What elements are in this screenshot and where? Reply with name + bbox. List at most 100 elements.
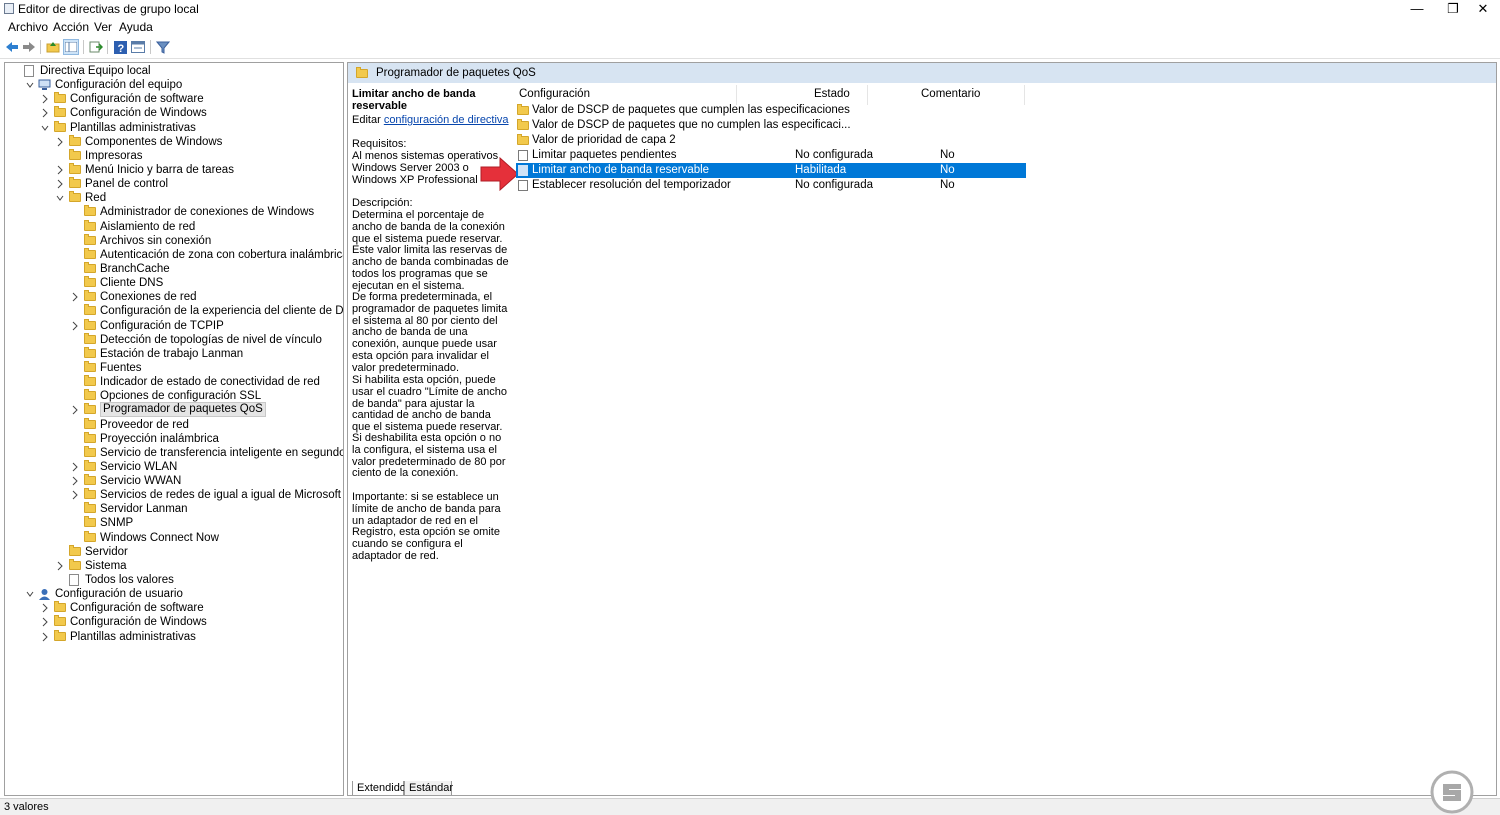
export-list-icon[interactable] xyxy=(88,39,104,55)
collapse-chevron-icon[interactable] xyxy=(71,474,79,488)
tree-item[interactable]: Configuración de software xyxy=(5,601,341,615)
forward-arrow-icon[interactable] xyxy=(21,39,37,55)
properties-icon[interactable] xyxy=(130,39,146,55)
tree-item[interactable]: Configuración de TCPIP xyxy=(5,318,341,333)
tree-item[interactable]: Plantillas administrativas xyxy=(5,629,341,644)
edit-policy-link[interactable]: configuración de directiva xyxy=(384,114,509,126)
collapse-chevron-icon[interactable] xyxy=(71,290,79,304)
collapse-chevron-icon[interactable] xyxy=(41,92,49,106)
menu-ayuda[interactable]: Ayuda xyxy=(119,20,153,34)
tree-item[interactable]: Panel de control xyxy=(5,177,341,191)
collapse-chevron-icon[interactable] xyxy=(71,488,79,502)
tree-item[interactable]: Estación de trabajo Lanman xyxy=(5,346,341,361)
folder-icon xyxy=(84,502,96,514)
tree-item[interactable]: Configuración de software xyxy=(5,92,341,106)
tree-item[interactable]: Configuración de usuario xyxy=(5,587,341,601)
expand-chevron-icon[interactable] xyxy=(56,191,64,205)
list-item[interactable]: Establecer resolución del temporizador No… xyxy=(516,178,1026,193)
status-bar: 3 valores xyxy=(0,798,1500,815)
filter-icon[interactable] xyxy=(155,39,171,55)
tree-item[interactable]: Sistema xyxy=(5,558,341,573)
tree-item[interactable]: Configuración de Windows xyxy=(5,615,341,629)
tree-item[interactable]: Servicio WWAN xyxy=(5,474,341,488)
tree-item-label: Conexiones de red xyxy=(100,291,197,304)
collapse-chevron-icon[interactable] xyxy=(41,601,49,615)
collapse-chevron-icon[interactable] xyxy=(56,135,64,149)
collapse-chevron-icon[interactable] xyxy=(56,163,64,177)
tree-item[interactable]: Detección de topologías de nivel de vínc… xyxy=(5,332,341,347)
app-icon xyxy=(4,3,14,14)
tree-item[interactable]: Todos los valores xyxy=(5,573,341,587)
tree-item[interactable]: Autenticación de zona con cobertura inal… xyxy=(5,247,343,262)
column-divider[interactable] xyxy=(1024,85,1025,105)
tree-item[interactable]: Configuración de la experiencia del clie… xyxy=(5,304,344,318)
up-folder-icon[interactable] xyxy=(45,39,61,55)
tree-item[interactable]: Componentes de Windows xyxy=(5,134,341,149)
tree-item[interactable]: Cliente DNS xyxy=(5,276,341,290)
tree-item[interactable]: Conexiones de red xyxy=(5,290,341,304)
folder-icon xyxy=(69,148,81,160)
tree-item[interactable]: Administrador de conexiones de Windows xyxy=(5,205,341,219)
tree-item[interactable]: Servidor xyxy=(5,544,341,559)
folder-icon xyxy=(84,516,96,528)
column-divider[interactable] xyxy=(736,85,737,105)
collapse-chevron-icon[interactable] xyxy=(41,615,49,629)
tree-item[interactable]: BranchCache xyxy=(5,261,341,276)
tree-item[interactable]: Indicador de estado de conectividad de r… xyxy=(5,375,341,389)
tree-item[interactable]: Configuración del equipo xyxy=(5,78,341,92)
tree-item[interactable]: Plantillas administrativas xyxy=(5,120,341,135)
tree-item[interactable]: Configuración de Windows xyxy=(5,106,341,120)
tree-item[interactable]: Servicio WLAN xyxy=(5,459,341,474)
tree-item[interactable]: Servidor Lanman xyxy=(5,502,341,516)
tree-item[interactable]: Proyección inalámbrica xyxy=(5,431,341,446)
tab-extendido[interactable]: Extendido xyxy=(352,781,406,795)
tree-item[interactable]: Opciones de configuración SSL xyxy=(5,389,341,403)
help-icon[interactable]: ? xyxy=(112,39,128,55)
tree-item[interactable]: Servicio de transferencia inteligente en… xyxy=(5,445,343,460)
back-arrow-icon[interactable] xyxy=(4,39,20,55)
tree-item[interactable]: Impresoras xyxy=(5,148,341,163)
collapse-chevron-icon[interactable] xyxy=(71,460,79,474)
show-hide-tree-icon[interactable] xyxy=(63,39,79,55)
collapse-chevron-icon[interactable] xyxy=(56,177,64,191)
expand-chevron-icon[interactable] xyxy=(26,78,34,92)
list-item[interactable]: Limitar paquetes pendientes No configurad… xyxy=(516,148,1026,163)
tree-item-label: Configuración de la experiencia del clie… xyxy=(100,305,344,318)
policy-setting-icon xyxy=(518,165,528,176)
menu-accion[interactable]: Acción xyxy=(53,20,89,34)
collapse-chevron-icon[interactable] xyxy=(71,403,79,417)
collapse-chevron-icon[interactable] xyxy=(56,559,64,573)
tree-item[interactable]: Servicios de redes de igual a igual de M… xyxy=(5,488,341,502)
folder-icon xyxy=(54,629,66,641)
collapse-chevron-icon[interactable] xyxy=(41,630,49,644)
collapse-chevron-icon[interactable] xyxy=(41,106,49,120)
tree-item-label: Archivos sin conexión xyxy=(100,234,212,247)
collapse-chevron-icon[interactable] xyxy=(71,319,79,333)
menu-archivo[interactable]: Archivo xyxy=(8,20,48,34)
expand-chevron-icon[interactable] xyxy=(41,121,49,135)
tree-item[interactable]: Windows Connect Now xyxy=(5,530,341,545)
list-item[interactable]: Limitar ancho de banda reservable Habilit… xyxy=(516,163,1026,178)
tree-item[interactable]: Menú Inicio y barra de tareas xyxy=(5,162,341,177)
tree-item[interactable]: Red xyxy=(5,191,341,205)
list-item[interactable]: Valor de DSCP de paquetes que cumplen la… xyxy=(516,103,1026,118)
tree-item[interactable]: Aislamiento de red xyxy=(5,219,341,234)
tree-item[interactable]: Proveedor de red xyxy=(5,417,341,432)
tree-item-label: Programador de paquetes QoS xyxy=(100,402,266,418)
edit-line: Editar configuración de directiva xyxy=(352,114,510,127)
menu-ver[interactable]: Ver xyxy=(94,20,112,34)
tree-item[interactable]: Archivos sin conexión xyxy=(5,233,341,248)
list-item[interactable]: Valor de prioridad de capa 2 xyxy=(516,133,1026,148)
tree-item[interactable]: Directiva Equipo local xyxy=(5,64,341,78)
menu-bar: Archivo Acción Ver Ayuda xyxy=(0,18,1500,36)
tree-item[interactable]: Fuentes xyxy=(5,360,341,375)
expand-chevron-icon[interactable] xyxy=(26,587,34,601)
close-button[interactable]: ✕ xyxy=(1466,0,1500,18)
column-divider[interactable] xyxy=(867,85,868,105)
tree-item[interactable]: Programador de paquetes QoS xyxy=(5,402,341,418)
tab-estandar[interactable]: Estándar xyxy=(404,781,453,795)
tree-item-label: Sistema xyxy=(85,559,127,572)
list-item[interactable]: Valor de DSCP de paquetes que no cumplen… xyxy=(516,118,1026,133)
tree-item[interactable]: SNMP xyxy=(5,516,341,530)
setting-name: Valor de DSCP de paquetes que cumplen la… xyxy=(532,104,850,116)
